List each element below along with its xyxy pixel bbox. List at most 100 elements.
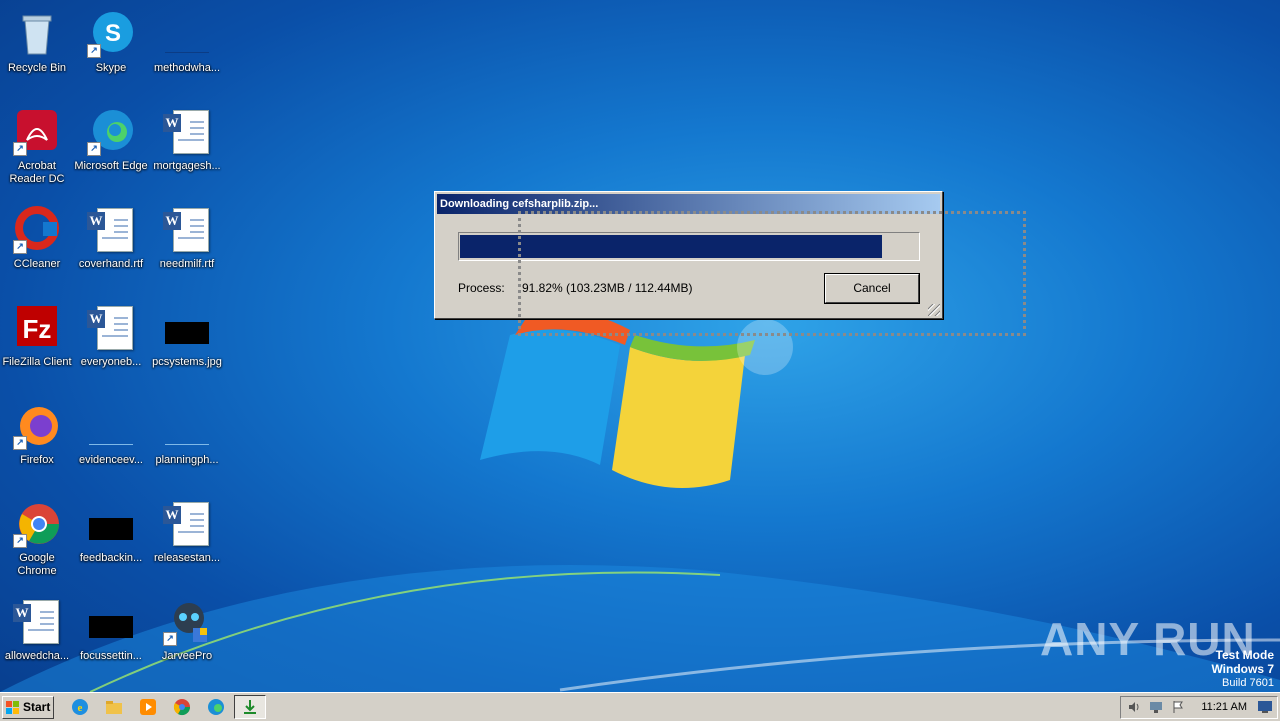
start-label: Start [23, 700, 51, 714]
desktop-icon-label: Recycle Bin [7, 62, 67, 74]
desktop-icon-label: JarveePro [161, 650, 213, 662]
test-mode-notice: Test Mode Windows 7 Build 7601 [1211, 648, 1274, 690]
desktop-icon-word-doc[interactable]: W coverhand.rtf [74, 202, 148, 294]
desktop-icon-word-doc[interactable]: W mortgagesh... [150, 104, 224, 196]
desktop-icon-acrobat[interactable]: ↗ Acrobat Reader DC [0, 104, 74, 196]
desktop-icon-ccleaner[interactable]: ↗ CCleaner [0, 202, 74, 294]
edge-icon: ↗ [87, 108, 135, 156]
network-icon[interactable] [1149, 700, 1163, 714]
taskbar-download-app[interactable] [234, 695, 266, 719]
svg-text:S: S [105, 20, 121, 47]
svg-text:e: e [78, 702, 83, 714]
desktop-icon-label: Acrobat Reader DC [9, 160, 65, 185]
desktop-icon-recycle-bin[interactable]: Recycle Bin [0, 6, 74, 98]
desktop-icon-label: releasestan... [153, 552, 221, 564]
desktop-icon-file[interactable]: planningph... [150, 398, 224, 490]
show-desktop-icon[interactable] [1257, 700, 1273, 714]
word-document-icon: W [163, 500, 211, 548]
media-player-icon[interactable] [138, 697, 158, 717]
desktop-icon-image-file[interactable]: feedbackin... [74, 496, 148, 588]
windows-flag-icon [6, 701, 19, 714]
edge-taskbar-icon[interactable] [206, 697, 226, 717]
resize-grip-icon[interactable] [928, 304, 940, 316]
desktop-icon-jarveepro[interactable]: ↗ JarveePro [150, 594, 224, 686]
desktop-icon-label: methodwha... [153, 62, 221, 74]
shortcut-arrow-icon: ↗ [13, 436, 27, 450]
desktop-icon-edge[interactable]: ↗ Microsoft Edge [74, 104, 148, 196]
image-thumbnail-icon [87, 598, 135, 646]
action-center-flag-icon[interactable] [1171, 700, 1185, 714]
desktop-icon-word-doc[interactable]: W needmilf.rtf [150, 202, 224, 294]
internet-explorer-icon[interactable]: e [70, 697, 90, 717]
desktop-icon-chrome[interactable]: ↗ Google Chrome [0, 496, 74, 588]
filezilla-icon: Fz [13, 304, 61, 352]
ccleaner-icon: ↗ [13, 206, 61, 254]
desktop-icon-label: pcsystems.jpg [152, 356, 222, 368]
desktop-icon-label: Google Chrome [17, 552, 57, 577]
desktop-icon-word-doc[interactable]: W allowedcha... [0, 594, 74, 686]
cancel-button[interactable]: Cancel [824, 273, 920, 304]
shortcut-arrow-icon: ↗ [13, 534, 27, 548]
download-icon [244, 700, 256, 714]
start-button[interactable]: Start [2, 696, 54, 719]
desktop-icon-label: mortgagesh... [153, 160, 221, 172]
word-document-icon: W [13, 598, 61, 646]
file-thumbnail-icon [87, 402, 135, 450]
desktop-icon-image-file[interactable]: pcsystems.jpg [150, 300, 224, 392]
desktop-icon-label: Firefox [20, 454, 54, 466]
download-progress-bar [458, 232, 920, 261]
desktop-icon-label: needmilf.rtf [159, 258, 215, 270]
desktop-icon-file[interactable]: evidenceev... [74, 398, 148, 490]
word-document-icon: W [163, 206, 211, 254]
desktop-icon-label: Microsoft Edge [74, 160, 148, 172]
shortcut-arrow-icon: ↗ [87, 142, 101, 156]
skype-icon: S ↗ [87, 10, 135, 58]
desktop-icon-label: feedbackin... [79, 552, 143, 564]
desktop-icon-label: evidenceev... [78, 454, 143, 466]
build-label: Build 7601 [1222, 677, 1274, 689]
desktop-icon-skype[interactable]: S ↗ Skype [74, 6, 148, 98]
file-thumbnail-icon [163, 10, 211, 58]
process-value: 91.82% (103.23MB / 112.44MB) [522, 281, 693, 295]
acrobat-icon: ↗ [13, 108, 61, 156]
desktop-icon-label: planningph... [155, 454, 219, 466]
chrome-taskbar-icon[interactable] [172, 697, 192, 717]
progress-fill [460, 235, 883, 258]
file-thumbnail-icon [163, 402, 211, 450]
desktop-icon-label: focussettin... [80, 650, 142, 662]
desktop-icon-label: CCleaner [13, 258, 61, 270]
shortcut-arrow-icon: ↗ [87, 44, 101, 58]
test-mode-label: Test Mode [1215, 648, 1274, 662]
word-document-icon: W [163, 108, 211, 156]
desktop-icon-firefox[interactable]: ↗ Firefox [0, 398, 74, 490]
desktop-icon-label: everyoneb... [80, 356, 142, 368]
recycle-bin-icon [13, 10, 61, 58]
download-dialog[interactable]: Downloading cefsharplib.zip... Process: … [434, 191, 943, 319]
volume-icon[interactable] [1127, 700, 1141, 714]
image-thumbnail-icon [163, 304, 211, 352]
system-tray: 11:21 AM [1120, 696, 1278, 719]
taskbar-clock[interactable]: 11:21 AM [1201, 701, 1247, 713]
desktop-icon-image-file[interactable]: focussettin... [74, 594, 148, 686]
desktop-icon-word-doc[interactable]: W everyoneb... [74, 300, 148, 392]
robot-icon: ↗ [163, 598, 211, 646]
shortcut-arrow-icon: ↗ [13, 240, 27, 254]
file-explorer-icon[interactable] [104, 697, 124, 717]
desktop-icon-label: Skype [95, 62, 127, 74]
os-label: Windows 7 [1211, 662, 1274, 676]
shortcut-arrow-icon: ↗ [13, 142, 27, 156]
desktop-icon-word-doc[interactable]: W releasestan... [150, 496, 224, 588]
desktop-icon-label: coverhand.rtf [78, 258, 144, 270]
desktop-icon-file[interactable]: methodwha... [150, 6, 224, 98]
word-document-icon: W [87, 304, 135, 352]
desktop-icon-filezilla[interactable]: Fz FileZilla Client [0, 300, 74, 392]
chrome-icon: ↗ [13, 500, 61, 548]
shortcut-arrow-icon: ↗ [163, 632, 177, 646]
desktop-icon-label: allowedcha... [4, 650, 70, 662]
desktop-icon-label: FileZilla Client [2, 356, 72, 368]
firefox-icon: ↗ [13, 402, 61, 450]
taskbar: Start e 11:21 AM [0, 692, 1280, 721]
image-thumbnail-icon [87, 500, 135, 548]
dialog-title[interactable]: Downloading cefsharplib.zip... [437, 194, 940, 214]
process-label: Process: [458, 281, 505, 295]
